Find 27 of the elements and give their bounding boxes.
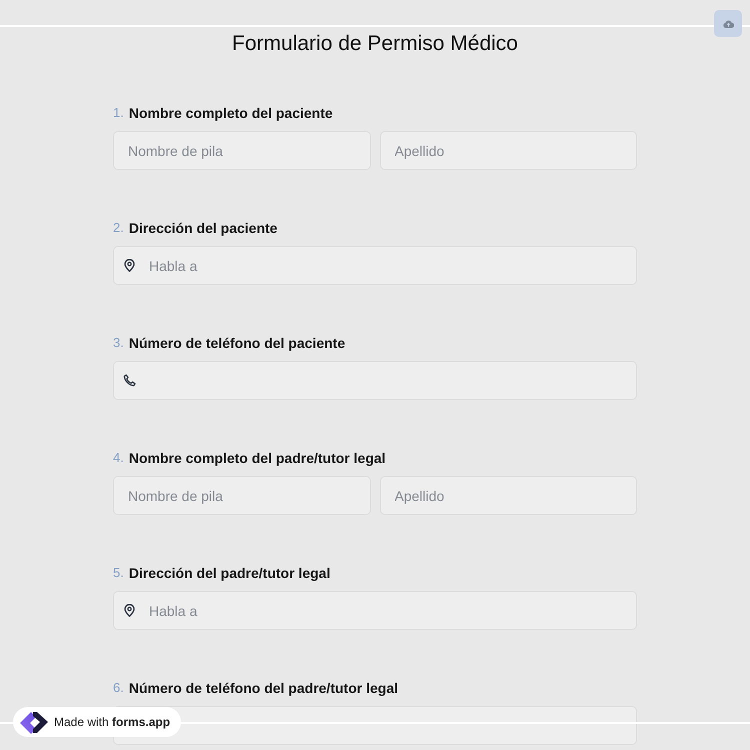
cloud-upload-button[interactable] xyxy=(714,10,742,37)
question-label: Dirección del paciente xyxy=(128,218,278,238)
text-input-field[interactable]: Nombre de pila xyxy=(113,476,370,515)
phone-field[interactable] xyxy=(113,361,637,400)
made-with-badge[interactable]: Made with forms.app xyxy=(13,707,182,737)
question-label: Nombre completo del padre/tutor legal xyxy=(128,448,386,468)
question-number: 3. xyxy=(113,334,124,352)
question-number: 5. xyxy=(113,564,124,582)
address-field[interactable]: Habla a xyxy=(113,246,637,285)
question-number: 2. xyxy=(113,219,124,238)
form-title: Formulario de Permiso Médico xyxy=(232,31,518,57)
question-number: 6. xyxy=(113,679,124,698)
question-label: Número de teléfono del paciente xyxy=(128,334,346,353)
text-input-field[interactable]: Nombre de pila xyxy=(113,131,370,170)
question-label: Nombre completo del paciente xyxy=(128,104,333,123)
text-input-field[interactable]: Apellido xyxy=(380,131,637,170)
address-field[interactable]: Habla a xyxy=(113,591,637,630)
location-pin-icon xyxy=(124,259,135,272)
question-number: 1. xyxy=(113,104,124,122)
cloud-upload-icon xyxy=(722,20,734,28)
text-input-field[interactable]: Apellido xyxy=(380,476,637,515)
question-label: Número de teléfono del padre/tutor legal xyxy=(128,678,398,698)
phone-icon xyxy=(123,374,136,387)
location-pin-icon xyxy=(124,604,135,617)
logo-icon xyxy=(19,710,49,734)
question-label: Dirección del padre/tutor legal xyxy=(128,564,330,583)
question-number: 4. xyxy=(113,449,124,468)
